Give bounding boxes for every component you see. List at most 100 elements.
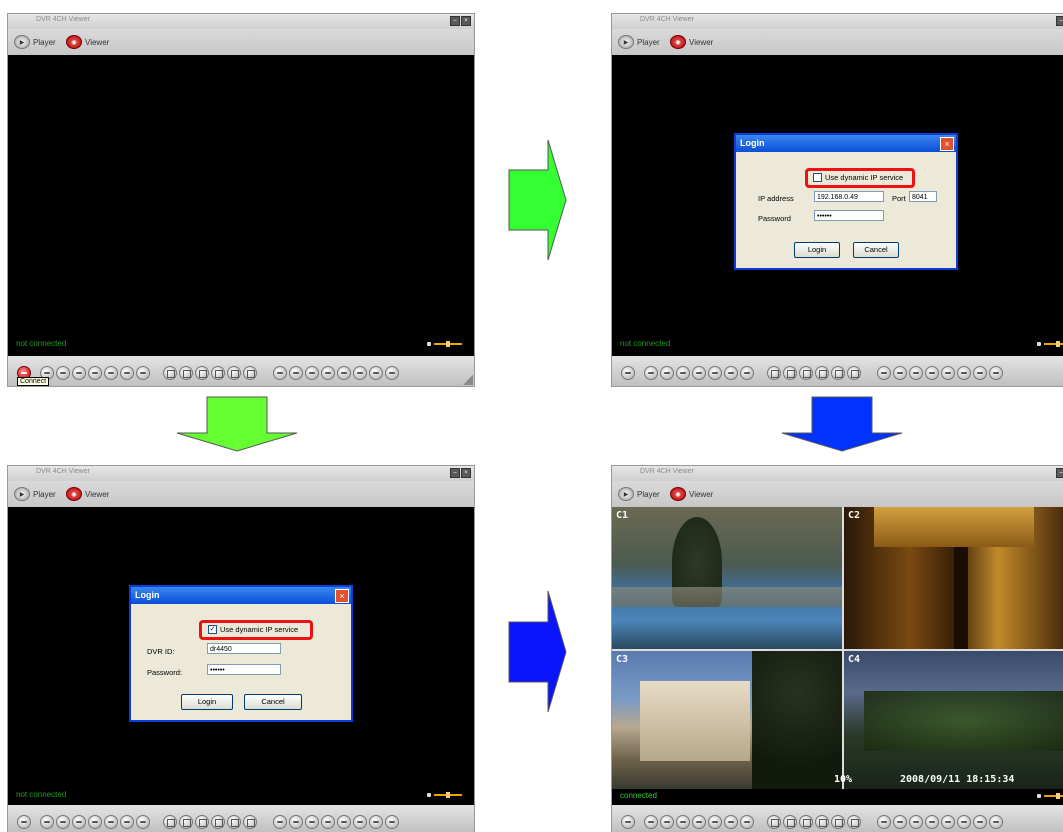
ptz-button[interactable] [385, 366, 399, 380]
layout-button[interactable] [815, 366, 829, 380]
player-mode-button[interactable]: ▶ Player [14, 35, 56, 49]
connect-button[interactable] [621, 366, 635, 380]
layout-button[interactable] [767, 366, 781, 380]
layout-button[interactable] [163, 815, 177, 829]
ptz-button[interactable] [305, 815, 319, 829]
layout-button[interactable] [227, 366, 241, 380]
volume-slider[interactable] [427, 792, 462, 798]
viewer-mode-button[interactable]: ◉ Viewer [66, 35, 109, 49]
ptz-button[interactable] [337, 815, 351, 829]
ptz-button[interactable] [925, 366, 939, 380]
ptz-button[interactable] [989, 366, 1003, 380]
layout-button[interactable] [783, 366, 797, 380]
dvr-id-input[interactable]: dr4450 [207, 643, 281, 654]
ch-button[interactable] [660, 815, 674, 829]
ptz-button[interactable] [337, 366, 351, 380]
ch-button[interactable] [692, 366, 706, 380]
layout-button[interactable] [831, 815, 845, 829]
ch-button[interactable] [724, 366, 738, 380]
ch-button[interactable] [88, 366, 102, 380]
layout-button[interactable] [179, 366, 193, 380]
layout-button[interactable] [163, 366, 177, 380]
cancel-button[interactable]: Cancel [853, 242, 899, 258]
ptz-button[interactable] [321, 815, 335, 829]
ptz-button[interactable] [973, 366, 987, 380]
layout-button[interactable] [211, 815, 225, 829]
player-mode-button[interactable]: ▶ Player [618, 35, 660, 49]
viewer-mode-button[interactable]: ◉ Viewer [670, 487, 713, 501]
resize-grip[interactable] [463, 375, 473, 385]
ptz-button[interactable] [369, 366, 383, 380]
ip-address-input[interactable]: 192.168.0.49 [814, 191, 884, 202]
dynamic-ip-checkbox[interactable]: Use dynamic IP service [813, 173, 903, 182]
volume-slider[interactable] [1037, 341, 1063, 347]
cancel-button[interactable]: Cancel [244, 694, 302, 710]
layout-button[interactable] [783, 815, 797, 829]
ch-button[interactable] [120, 366, 134, 380]
dialog-close-button[interactable]: × [335, 589, 349, 603]
password-input[interactable]: •••••• [207, 664, 281, 675]
minimize-button[interactable]: – [1056, 468, 1063, 478]
ptz-button[interactable] [273, 366, 287, 380]
viewer-mode-button[interactable]: ◉ Viewer [670, 35, 713, 49]
ptz-button[interactable] [909, 366, 923, 380]
camera-feed-2[interactable]: C2 [844, 507, 1063, 649]
layout-button[interactable] [195, 815, 209, 829]
ch-button[interactable] [56, 366, 70, 380]
ch-button[interactable] [104, 815, 118, 829]
ptz-button[interactable] [289, 366, 303, 380]
ptz-button[interactable] [941, 366, 955, 380]
ptz-button[interactable] [305, 366, 319, 380]
ch-button[interactable] [72, 366, 86, 380]
port-input[interactable]: 8041 [909, 191, 937, 202]
player-mode-button[interactable]: ▶ Player [14, 487, 56, 501]
layout-button[interactable] [243, 366, 257, 380]
dynamic-ip-checkbox[interactable]: ✓ Use dynamic IP service [208, 625, 298, 634]
layout-button[interactable] [243, 815, 257, 829]
ptz-button[interactable] [321, 366, 335, 380]
viewer-mode-button[interactable]: ◉ Viewer [66, 487, 109, 501]
ptz-button[interactable] [369, 815, 383, 829]
ptz-button[interactable] [273, 815, 287, 829]
ch-button[interactable] [88, 815, 102, 829]
volume-slider[interactable] [1037, 793, 1063, 799]
ch-button[interactable] [724, 815, 738, 829]
layout-button[interactable] [831, 366, 845, 380]
ptz-button[interactable] [957, 366, 971, 380]
ch-button[interactable] [740, 815, 754, 829]
layout-button[interactable] [847, 366, 861, 380]
connect-button[interactable] [17, 815, 31, 829]
ch-button[interactable] [120, 815, 134, 829]
ch-button[interactable] [56, 815, 70, 829]
ch-button[interactable] [740, 366, 754, 380]
ch-button[interactable] [72, 815, 86, 829]
ch-button[interactable] [692, 815, 706, 829]
ptz-button[interactable] [909, 815, 923, 829]
ptz-button[interactable] [989, 815, 1003, 829]
ptz-button[interactable] [289, 815, 303, 829]
ptz-button[interactable] [353, 815, 367, 829]
ptz-button[interactable] [893, 815, 907, 829]
ch-button[interactable] [660, 366, 674, 380]
ch-button[interactable] [644, 366, 658, 380]
login-button[interactable]: Login [794, 242, 840, 258]
ch-button[interactable] [708, 815, 722, 829]
close-button[interactable]: × [461, 468, 471, 478]
ch-button[interactable] [676, 815, 690, 829]
ptz-button[interactable] [973, 815, 987, 829]
layout-button[interactable] [211, 366, 225, 380]
camera-feed-1[interactable]: C1 [612, 507, 842, 649]
ch-button[interactable] [136, 815, 150, 829]
ptz-button[interactable] [941, 815, 955, 829]
ptz-button[interactable] [353, 366, 367, 380]
minimize-button[interactable]: – [1056, 16, 1063, 26]
layout-button[interactable] [799, 366, 813, 380]
ptz-button[interactable] [385, 815, 399, 829]
ch-button[interactable] [644, 815, 658, 829]
ch-button[interactable] [40, 815, 54, 829]
ptz-button[interactable] [925, 815, 939, 829]
ch-button[interactable] [676, 366, 690, 380]
ch-button[interactable] [708, 366, 722, 380]
ptz-button[interactable] [877, 366, 891, 380]
camera-feed-3[interactable]: C3 [612, 651, 842, 789]
